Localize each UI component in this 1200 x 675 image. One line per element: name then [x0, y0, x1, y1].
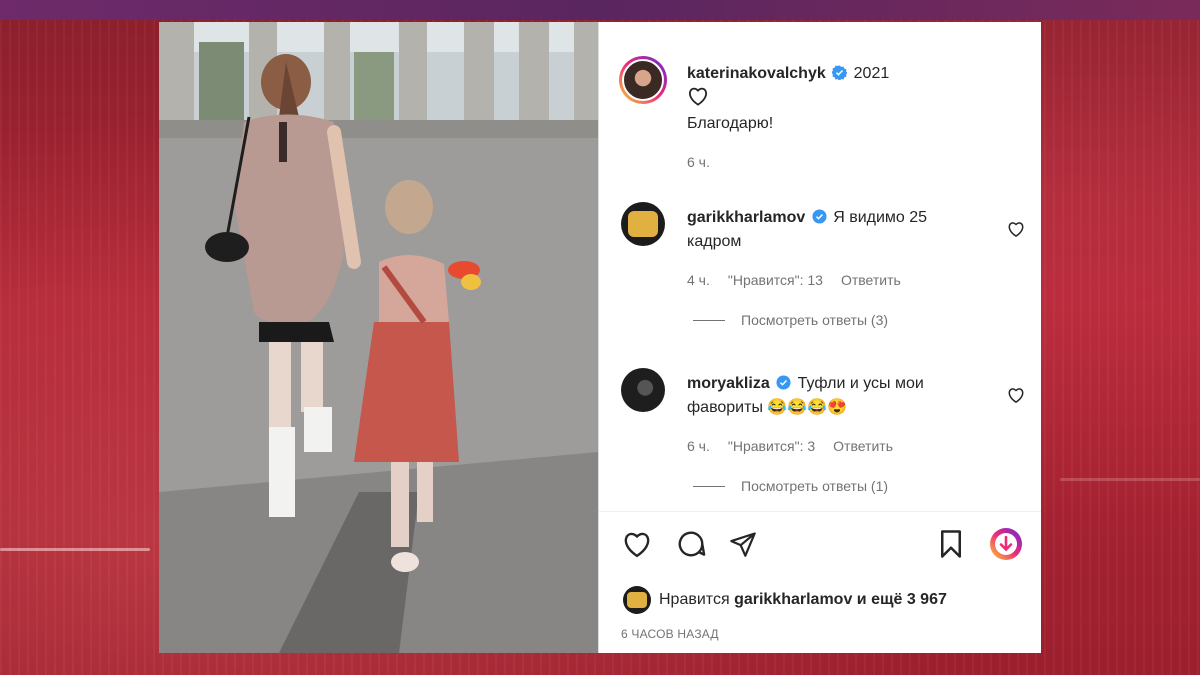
comment: moryakliza Туфли и усы мои фавориты 😂😂😂😍…: [619, 368, 1039, 494]
instagram-post: katerinakovalchyk 2021 Благодарю! 6 ч. g…: [159, 22, 1041, 653]
avatar: [623, 586, 651, 614]
comments-panel: katerinakovalchyk 2021 Благодарю! 6 ч. g…: [599, 22, 1041, 653]
comment-text: фавориты 😂😂😂😍: [687, 399, 848, 416]
comment-like-icon[interactable]: [1007, 220, 1025, 238]
verified-icon: [832, 65, 848, 80]
action-bar: Нравится garikkharlamov и ещё 3 967 6 ЧА…: [599, 511, 1041, 654]
verified-icon: [812, 209, 827, 224]
comment: garikkharlamov Я видимо 25 кадром 4 ч. "…: [619, 202, 1039, 328]
likes-prefix: Нравится: [659, 591, 730, 608]
post-timestamp: 6 ЧАСОВ НАЗАД: [621, 627, 719, 641]
view-replies-label: Посмотреть ответы (1): [741, 478, 889, 494]
comment-time: 6 ч.: [687, 438, 710, 454]
comment-icon: [678, 531, 706, 557]
comment-text: кадром: [687, 233, 742, 250]
comment-time: 4 ч.: [687, 272, 710, 288]
comment-text: Я видимо 25: [833, 209, 928, 226]
download-button[interactable]: [989, 527, 1023, 561]
reply-button[interactable]: Ответить: [841, 272, 901, 288]
top-band: [0, 0, 1200, 20]
light-streak: [1060, 478, 1200, 481]
verified-icon: [776, 375, 791, 390]
post-photo: [159, 22, 599, 653]
reply-button[interactable]: Ответить: [833, 438, 893, 454]
comment-button[interactable]: [675, 528, 707, 560]
like-icon: [624, 532, 650, 558]
likes-user[interactable]: garikkharlamov: [734, 591, 852, 609]
download-icon: [990, 528, 1022, 560]
comment-likes[interactable]: "Нравится": 13: [728, 272, 823, 288]
avatar[interactable]: [619, 56, 667, 104]
caption-time: 6 ч.: [687, 154, 710, 170]
view-replies[interactable]: Посмотреть ответы (3): [693, 312, 1039, 328]
caption-year: 2021: [853, 65, 890, 82]
caption: katerinakovalchyk 2021 Благодарю! 6 ч.: [619, 56, 889, 170]
likes-summary: Нравится garikkharlamov и ещё 3 967: [623, 586, 947, 614]
share-icon: [730, 532, 756, 557]
comment-text: Туфли и усы мои: [797, 375, 924, 392]
caption-username[interactable]: katerinakovalchyk: [687, 65, 826, 82]
comment-username[interactable]: moryakliza: [687, 375, 770, 392]
avatar[interactable]: [621, 202, 665, 246]
comment-likes[interactable]: "Нравится": 3: [728, 438, 815, 454]
heart-icon: [689, 87, 707, 106]
bookmark-icon: [941, 530, 961, 558]
light-streak: [0, 548, 150, 551]
view-replies-label: Посмотреть ответы (3): [741, 312, 889, 328]
likes-count[interactable]: и ещё 3 967: [857, 591, 947, 609]
caption-heart: [687, 86, 889, 112]
caption-body: katerinakovalchyk 2021 Благодарю! 6 ч.: [687, 62, 889, 170]
caption-text: Благодарю!: [687, 115, 774, 132]
like-button[interactable]: [621, 528, 653, 560]
comment-like-icon[interactable]: [1007, 386, 1025, 404]
avatar[interactable]: [621, 368, 665, 412]
comment-username[interactable]: garikkharlamov: [687, 209, 805, 226]
photo-illustration: [159, 22, 598, 653]
share-button[interactable]: [727, 528, 759, 560]
bookmark-button[interactable]: [935, 528, 967, 560]
view-replies[interactable]: Посмотреть ответы (1): [693, 478, 1039, 494]
